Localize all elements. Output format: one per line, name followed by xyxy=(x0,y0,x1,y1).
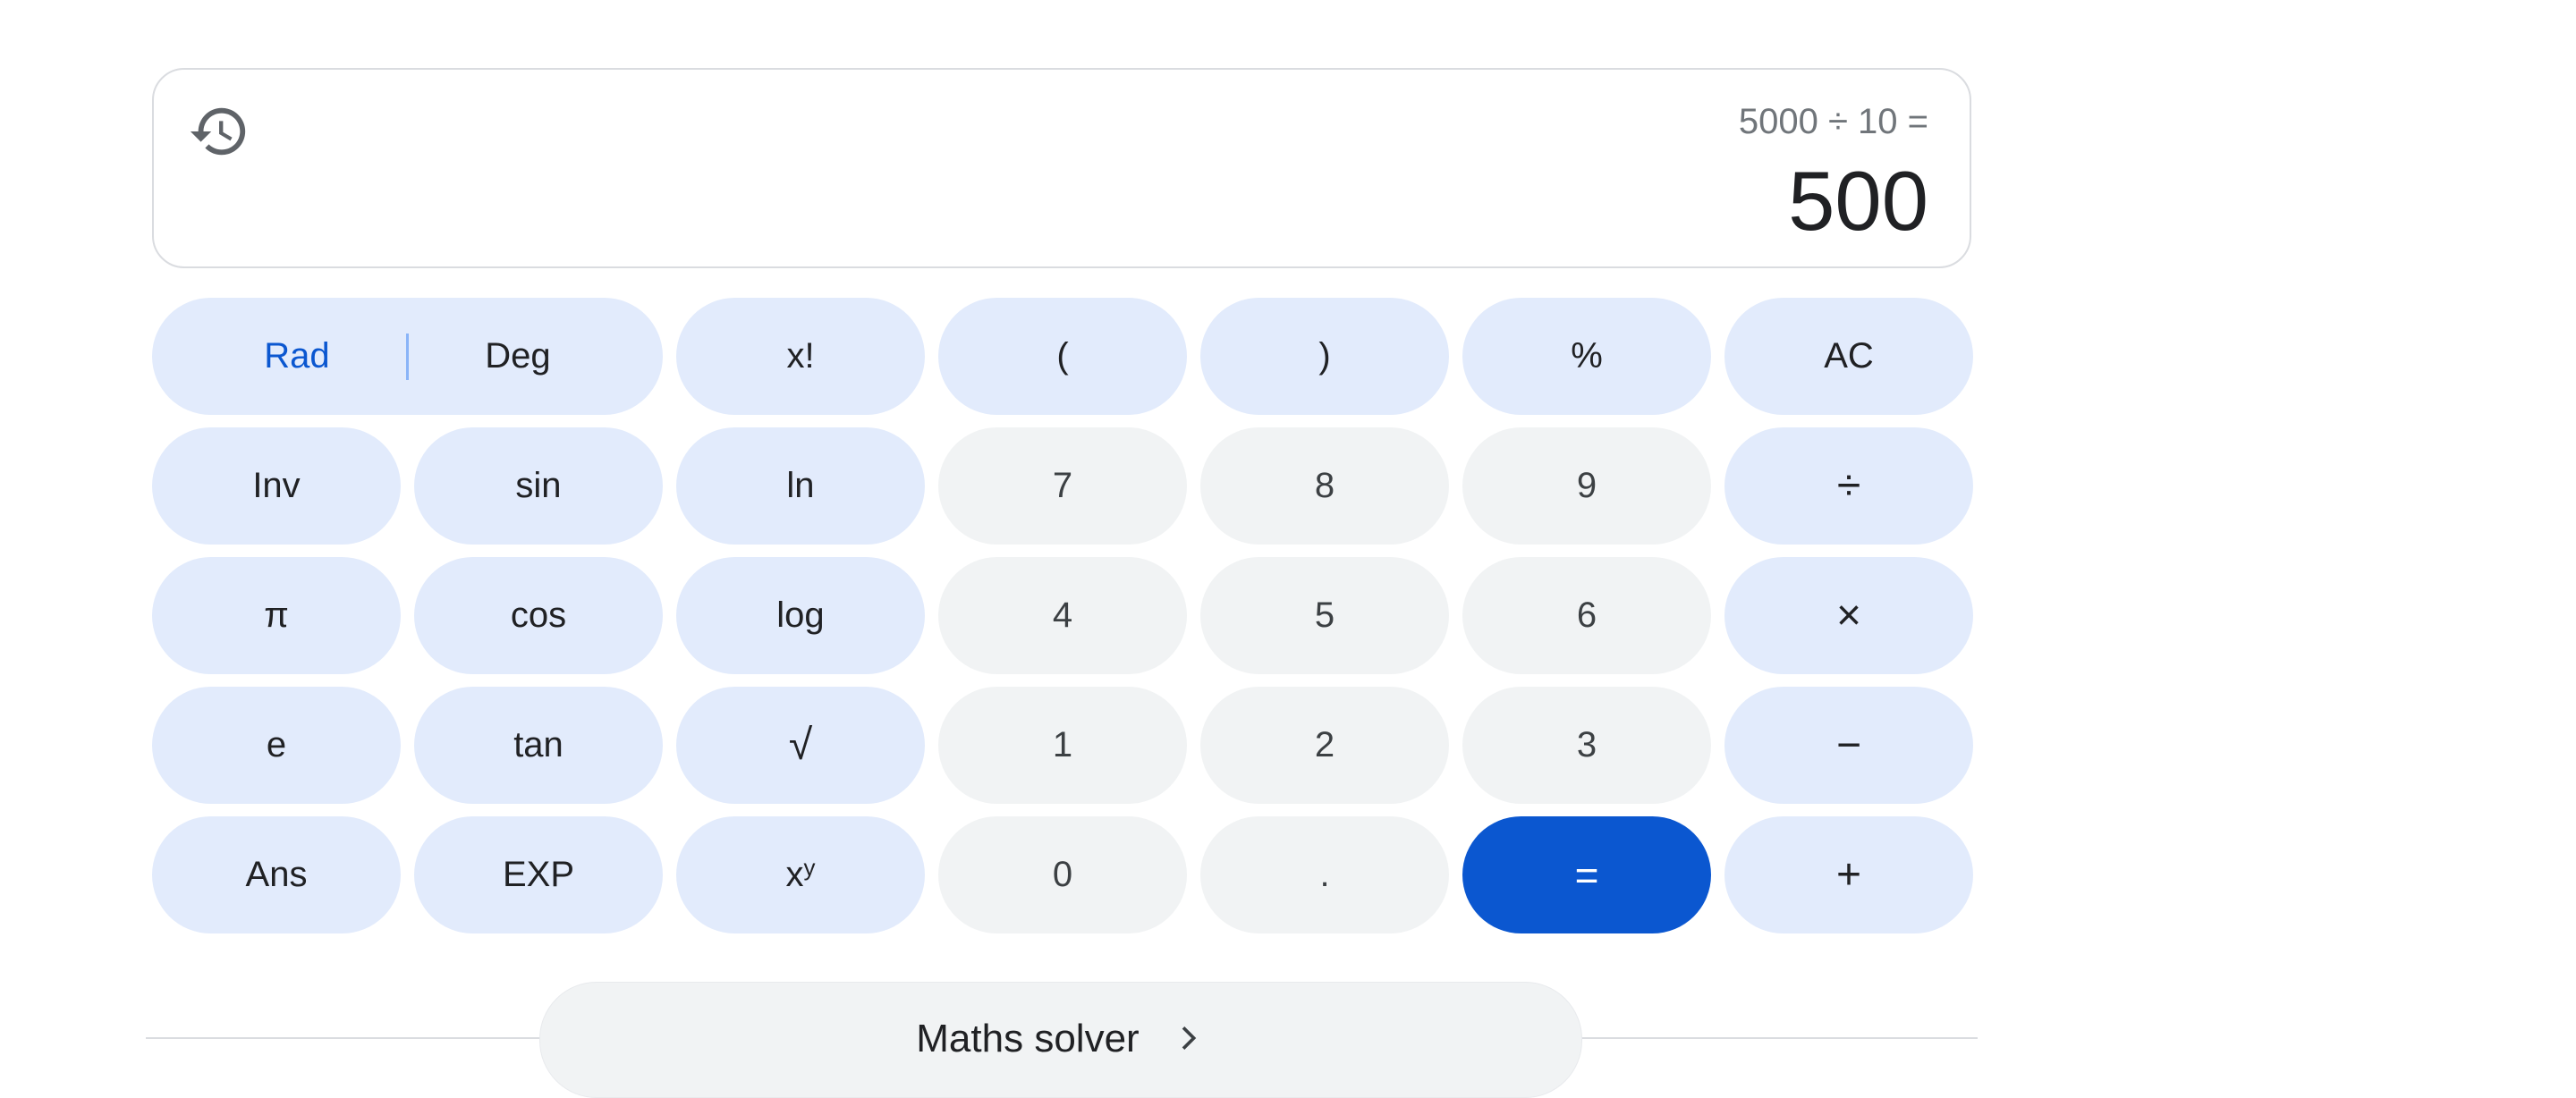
digit-0-button[interactable]: 0 xyxy=(938,816,1187,933)
digit-2-button[interactable]: 2 xyxy=(1200,687,1449,804)
digit-9-button[interactable]: 9 xyxy=(1462,427,1711,545)
all-clear-button[interactable]: AC xyxy=(1724,298,1973,415)
factorial-button[interactable]: x! xyxy=(676,298,925,415)
maths-solver-label: Maths solver xyxy=(916,1017,1140,1060)
digit-6-button[interactable]: 6 xyxy=(1462,557,1711,674)
log-button[interactable]: log xyxy=(676,557,925,674)
pi-button[interactable]: π xyxy=(152,557,401,674)
history-icon[interactable] xyxy=(188,100,250,163)
chevron-right-icon-graphic xyxy=(1182,1026,1196,1050)
tan-button[interactable]: tan xyxy=(414,687,663,804)
close-paren-button[interactable]: ) xyxy=(1200,298,1449,415)
rad-deg-toggle[interactable]: Rad Deg xyxy=(152,298,663,415)
equals-button[interactable]: = xyxy=(1462,816,1711,933)
multiply-button[interactable]: × xyxy=(1724,557,1973,674)
digit-5-button[interactable]: 5 xyxy=(1200,557,1449,674)
plus-button[interactable]: + xyxy=(1724,816,1973,933)
ln-button[interactable]: ln xyxy=(676,427,925,545)
history-icon-graphic xyxy=(190,107,246,156)
open-paren-button[interactable]: ( xyxy=(938,298,1187,415)
ans-button[interactable]: Ans xyxy=(152,816,401,933)
digit-3-button[interactable]: 3 xyxy=(1462,687,1711,804)
chevron-right-icon xyxy=(1170,1020,1206,1056)
power-button[interactable]: xy xyxy=(676,816,925,933)
divide-button[interactable]: ÷ xyxy=(1724,427,1973,545)
percent-button[interactable]: % xyxy=(1462,298,1711,415)
digit-8-button[interactable]: 8 xyxy=(1200,427,1449,545)
inv-button[interactable]: Inv xyxy=(152,427,401,545)
digit-1-button[interactable]: 1 xyxy=(938,687,1187,804)
cos-button[interactable]: cos xyxy=(414,557,663,674)
power-base: x xyxy=(785,855,804,894)
maths-solver-button[interactable]: Maths solver xyxy=(539,982,1582,1098)
keypad: Rad Deg x! ( ) % AC Inv sin ln 7 8 9 ÷ π… xyxy=(152,298,1973,933)
exp-button[interactable]: EXP xyxy=(414,816,663,933)
digit-7-button[interactable]: 7 xyxy=(938,427,1187,545)
result-text: 500 xyxy=(1788,154,1928,248)
calculator-display: 5000 ÷ 10 = 500 xyxy=(152,68,1971,268)
digit-4-button[interactable]: 4 xyxy=(938,557,1187,674)
decimal-button[interactable]: . xyxy=(1200,816,1449,933)
minus-button[interactable]: − xyxy=(1724,687,1973,804)
power-exponent: y xyxy=(803,854,816,881)
e-button[interactable]: e xyxy=(152,687,401,804)
rad-button[interactable]: Rad xyxy=(188,336,406,376)
sin-button[interactable]: sin xyxy=(414,427,663,545)
deg-button[interactable]: Deg xyxy=(409,336,627,376)
expression-text: 5000 ÷ 10 = xyxy=(1738,102,1928,141)
sqrt-button[interactable]: √ xyxy=(676,687,925,804)
